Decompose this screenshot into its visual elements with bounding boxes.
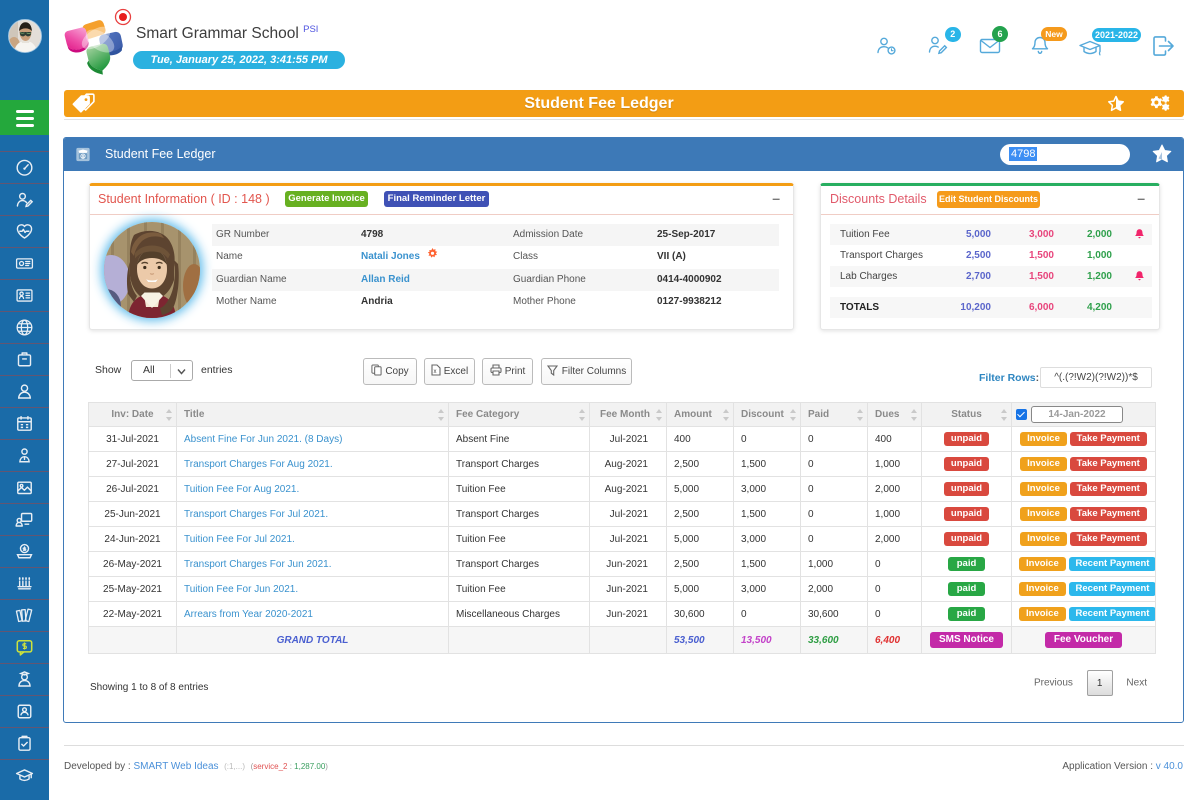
svg-text:x: x <box>433 369 436 375</box>
